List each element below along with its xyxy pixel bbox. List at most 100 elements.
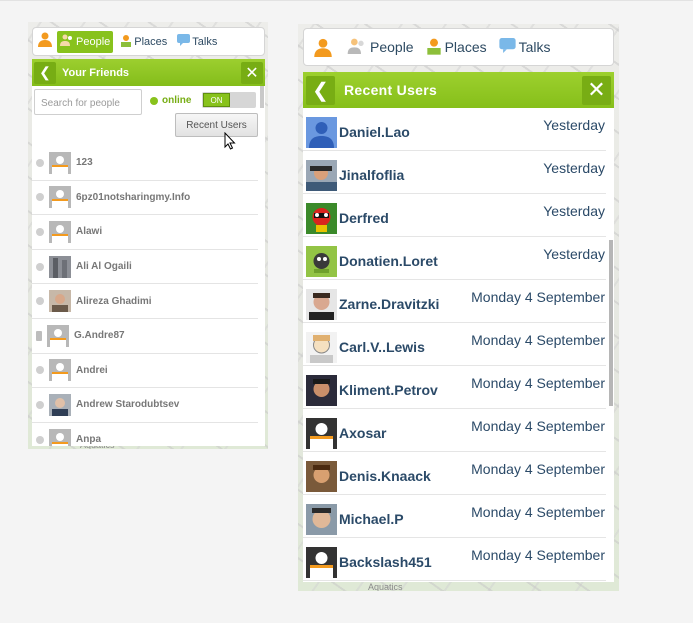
list-item[interactable]: Backslash451 Monday 4 September xyxy=(303,538,606,581)
list-item[interactable]: Daniel.Lao Yesterday xyxy=(303,108,606,151)
close-button[interactable]: ✕ xyxy=(241,61,263,84)
list-item[interactable]: Anpa xyxy=(32,423,258,446)
list-item[interactable]: Derfred Yesterday xyxy=(303,194,606,237)
list-item[interactable]: 6pz01notsharingmy.Info xyxy=(32,181,258,216)
avatar xyxy=(49,220,71,243)
last-seen-date: Yesterday xyxy=(543,246,605,262)
last-seen-date: Monday 4 September xyxy=(471,375,605,391)
user-name: Denis.Knaack xyxy=(339,468,431,484)
tab-talks[interactable]: Talks xyxy=(174,31,220,53)
user-name: Axosar xyxy=(339,425,387,441)
list-item[interactable]: 123 xyxy=(32,146,258,181)
tab-places[interactable]: Places xyxy=(117,31,170,53)
close-button[interactable]: ✕ xyxy=(582,75,611,105)
last-seen-date: Yesterday xyxy=(543,203,605,219)
online-status: online xyxy=(150,95,191,106)
user-name: Backslash451 xyxy=(339,554,432,570)
friend-name: 6pz01notsharingmy.Info xyxy=(76,191,191,203)
list-item[interactable]: Jinalfoflia Yesterday xyxy=(303,151,606,194)
chevron-left-icon: ❮ xyxy=(39,64,51,80)
back-button[interactable]: ❮ xyxy=(34,61,56,84)
recent-users-button[interactable]: Recent Users xyxy=(175,113,258,137)
panel-title: Your Friends xyxy=(62,66,130,79)
avatar xyxy=(306,375,337,406)
status-dot-icon xyxy=(36,400,44,409)
list-item[interactable]: Andrei xyxy=(32,354,258,389)
left-panel-header: ❮ Your Friends ✕ xyxy=(32,59,265,86)
friend-name: Alireza Ghadimi xyxy=(76,295,152,307)
me-icon[interactable] xyxy=(313,37,333,57)
avatar xyxy=(306,418,337,449)
status-dot-icon xyxy=(36,435,44,444)
map-label: Aquatics xyxy=(368,582,403,591)
list-item[interactable]: Michael.P Monday 4 September xyxy=(303,495,606,538)
panel-title: Recent Users xyxy=(344,82,438,98)
tab-places-label: Places xyxy=(134,35,168,48)
user-name: Daniel.Lao xyxy=(339,124,410,140)
list-item[interactable]: Axosar Monday 4 September xyxy=(303,409,606,452)
list-item[interactable]: Kliment.Petrov Monday 4 September xyxy=(303,366,606,409)
mobile-status-icon xyxy=(36,330,42,341)
close-icon: ✕ xyxy=(245,64,259,82)
people-icon xyxy=(60,34,74,49)
online-dot-icon xyxy=(150,96,158,105)
user-name: Zarne.Dravitzki xyxy=(339,296,440,312)
user-name: Donatien.Loret xyxy=(339,253,438,269)
scrollbar[interactable] xyxy=(260,86,264,108)
search-input[interactable]: Search for people xyxy=(34,89,142,115)
tab-places[interactable]: Places xyxy=(426,37,487,58)
me-icon[interactable] xyxy=(37,31,53,52)
right-nav-bar: People Places Talks xyxy=(303,28,614,66)
status-dot-icon xyxy=(36,262,44,271)
list-item[interactable]: G.Andre87 xyxy=(32,319,258,354)
avatar xyxy=(306,160,337,191)
status-dot-icon xyxy=(36,193,44,202)
scrollbar[interactable] xyxy=(609,240,613,406)
places-icon xyxy=(426,37,442,58)
avatar xyxy=(306,547,337,578)
last-seen-date: Monday 4 September xyxy=(471,289,605,305)
recent-users-list: Daniel.Lao Yesterday Jinalfoflia Yesterd… xyxy=(303,108,614,582)
avatar xyxy=(49,290,71,313)
left-nav-bar: People Places Talks xyxy=(32,27,265,56)
user-name: Derfred xyxy=(339,210,389,226)
tab-people[interactable]: People xyxy=(57,30,114,53)
toggle-on-label: ON xyxy=(203,93,230,107)
right-panel-header: ❮ Recent Users ✕ xyxy=(303,72,614,108)
back-button[interactable]: ❮ xyxy=(306,75,335,105)
close-icon: ✕ xyxy=(587,77,606,102)
avatar xyxy=(49,255,71,278)
talks-icon xyxy=(177,34,191,49)
avatar xyxy=(306,203,337,234)
friend-name: Andrei xyxy=(76,364,108,376)
list-item[interactable]: Zarne.Dravitzki Monday 4 September xyxy=(303,280,606,323)
list-item[interactable]: Ali Al Ogaili xyxy=(32,250,258,285)
tab-talks[interactable]: Talks xyxy=(499,38,551,56)
friend-name: 123 xyxy=(76,157,93,169)
avatar xyxy=(306,504,337,535)
places-icon xyxy=(120,34,132,50)
user-name: Carl.V..Lewis xyxy=(339,339,425,355)
avatar xyxy=(306,461,337,492)
mouse-cursor-icon xyxy=(224,132,236,150)
list-item[interactable]: Alireza Ghadimi xyxy=(32,284,258,319)
list-item[interactable]: Donatien.Loret Yesterday xyxy=(303,237,606,280)
list-item[interactable]: Denis.Knaack Monday 4 September xyxy=(303,452,606,495)
people-icon xyxy=(347,38,367,57)
last-seen-date: Monday 4 September xyxy=(471,461,605,477)
tab-people[interactable]: People xyxy=(347,38,414,57)
list-item[interactable]: Alawi xyxy=(32,215,258,250)
user-name: Michael.P xyxy=(339,511,404,527)
avatar xyxy=(306,289,337,320)
online-toggle[interactable]: ON xyxy=(202,92,256,108)
list-item[interactable]: Andrew Starodubtsev xyxy=(32,388,258,423)
friend-name: G.Andre87 xyxy=(74,330,125,342)
avatar xyxy=(47,324,69,347)
list-item[interactable]: Carl.V..Lewis Monday 4 September xyxy=(303,323,606,366)
last-seen-date: Monday 4 September xyxy=(471,332,605,348)
online-label: online xyxy=(162,95,192,106)
friend-name: Alawi xyxy=(76,226,103,238)
top-divider xyxy=(0,0,693,1)
user-name: Jinalfoflia xyxy=(339,167,405,183)
avatar xyxy=(49,393,71,416)
